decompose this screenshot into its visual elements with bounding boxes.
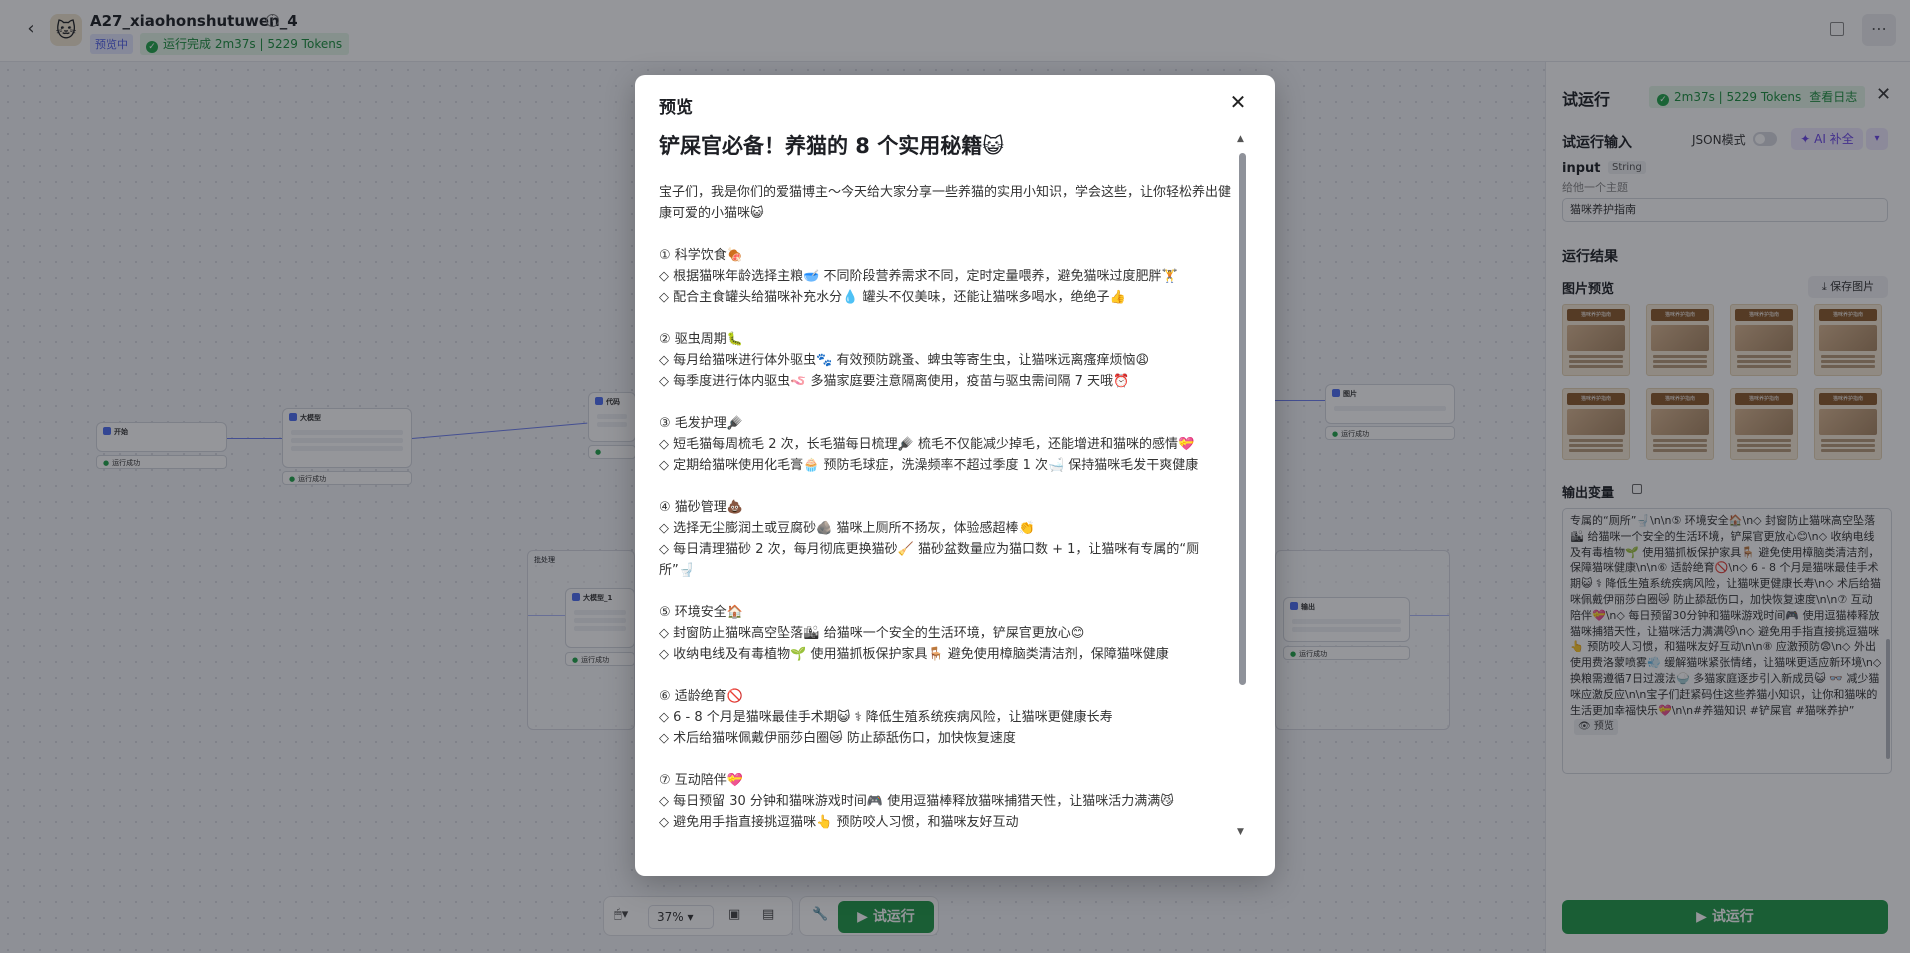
- scroll-down-icon[interactable]: ▼: [1237, 827, 1244, 837]
- close-icon: ✕: [1229, 90, 1247, 114]
- post-line: ◇ 6 - 8 个月是猫咪最佳手术期😺 ⚕ 降低生殖系统疾病风险，让猫咪更健康长…: [659, 710, 1113, 725]
- modal-title: 预览: [659, 98, 693, 118]
- post-line: ◇ 选择无尘膨润土或豆腐砂🪨 猫咪上厕所不扬灰，体验感超棒👏: [659, 521, 1035, 536]
- post-line: ◇ 术后给猫咪佩戴伊丽莎白圈😿 防止舔舐伤口，加快恢复速度: [659, 731, 1016, 746]
- post-line: ◇ 定期给猫咪使用化毛膏🧁 预防毛球症，洗澡频率不超过季度 1 次🛁 保持猫咪毛…: [659, 458, 1199, 473]
- post-line: ◇ 配合主食罐头给猫咪补充水分💧 罐头不仅美味，还能让猫咪多喝水，绝绝子👍: [659, 290, 1126, 305]
- post-line: ◇ 避免用手指直接挑逗猫咪👆 预防咬人习惯，和猫咪友好互动: [659, 815, 1019, 830]
- post-line: ⑤ 环境安全🏠: [659, 605, 743, 620]
- modal-scrollbar-thumb[interactable]: [1239, 153, 1246, 685]
- post-line: ◇ 根据猫咪年龄选择主粮🥣 不同阶段营养需求不同，定时定量喂养，避免猫咪过度肥胖…: [659, 269, 1178, 284]
- post-line: ◇ 收纳电线及有毒植物🌱 使用猫抓板保护家具🪑 避免使用樟脑类清洁剂，保障猫咪健…: [659, 647, 1169, 662]
- preview-modal: 预览 ✕ 铲屎官必备！养猫的 8 个实用秘籍😺 宝子们，我是你们的爱猫博主～今天…: [635, 75, 1275, 876]
- modal-close-button[interactable]: ✕: [1226, 90, 1250, 114]
- scroll-up-icon[interactable]: ▲: [1237, 134, 1244, 144]
- post-line: ① 科学饮食🍖: [659, 248, 743, 263]
- post-line: ③ 毛发护理🪮: [659, 416, 743, 431]
- post-line: ◇ 每月给猫咪进行体外驱虫🐾 有效预防跳蚤、蜱虫等寄生虫，让猫咪远离瘙痒烦恼😩: [659, 353, 1150, 368]
- post-line: ◇ 每季度进行体内驱虫🪱 多猫家庭要注意隔离使用，疫苗与驱虫需间隔 7 天哦⏰: [659, 374, 1130, 389]
- post-line: ◇ 每日预留 30 分钟和猫咪游戏时间🎮 使用逗猫棒释放猫咪捕猎天性，让猫咪活力…: [659, 794, 1174, 809]
- post-line: ◇ 短毛猫每周梳毛 2 次，长毛猫每日梳理🪮 梳毛不仅能减少掉毛，还能增进和猫咪…: [659, 437, 1195, 452]
- post-content[interactable]: 铲屎官必备！养猫的 8 个实用秘籍😺 宝子们，我是你们的爱猫博主～今天给大家分享…: [659, 131, 1234, 845]
- post-line: ◇ 封窗防止猫咪高空坠落🏙 给猫咪一个安全的生活环境，铲屎官更放心😊: [659, 626, 1085, 641]
- modal-body: 铲屎官必备！养猫的 8 个实用秘籍😺 宝子们，我是你们的爱猫博主～今天给大家分享…: [659, 131, 1251, 921]
- post-line: ⑥ 适龄绝育🚫: [659, 689, 743, 704]
- post-line: ⑦ 互动陪伴💝: [659, 773, 743, 788]
- post-line: ◇ 每日清理猫砂 2 次，每月彻底更换猫砂🧹 猫砂盆数量应为猫口数 + 1，让猫…: [659, 542, 1200, 578]
- post-line: ④ 猫砂管理💩: [659, 500, 743, 515]
- post-line: 宝子们，我是你们的爱猫博主～今天给大家分享一些养猫的实用小知识，学会这些，让你轻…: [659, 185, 1232, 221]
- post-line: ② 驱虫周期🐛: [659, 332, 743, 347]
- post-title: 铲屎官必备！养猫的 8 个实用秘籍😺: [659, 134, 1005, 158]
